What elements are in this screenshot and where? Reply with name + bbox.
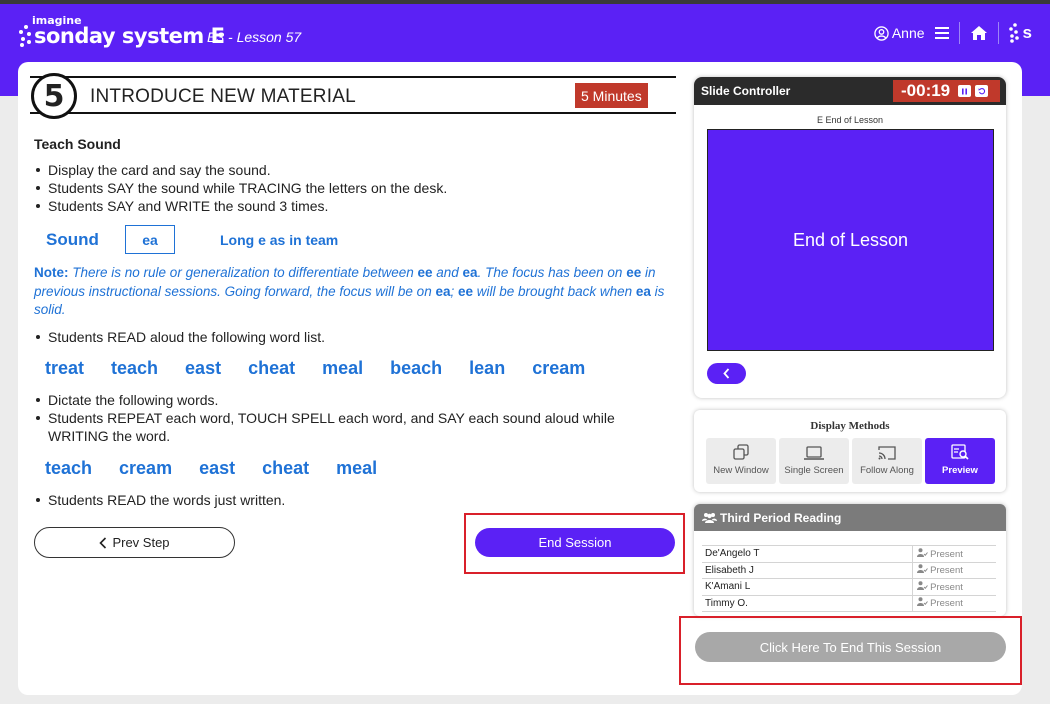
table-row: Timmy O. Present — [702, 594, 996, 612]
instruction-item: Dictate the following words. — [36, 391, 638, 409]
table-row: Elisabeth J Present — [702, 561, 996, 579]
instruction-list-1: Display the card and say the sound. Stud… — [35, 161, 448, 215]
chevron-left-icon — [99, 536, 107, 549]
pause-icon[interactable] — [958, 85, 972, 97]
group-icon — [702, 513, 717, 523]
display-follow-along-button[interactable]: Follow Along — [852, 438, 922, 484]
word-item: beach — [390, 358, 443, 378]
instruction-item: Students SAY the sound while TRACING the… — [35, 180, 448, 196]
attendance-toggle[interactable]: Present — [911, 594, 966, 612]
reset-icon[interactable] — [975, 85, 989, 97]
word-item: teach — [45, 458, 93, 478]
step-number-badge: 5 — [31, 73, 77, 119]
user-name: Anne — [891, 25, 925, 41]
laptop-icon — [804, 446, 824, 460]
lesson-title: E3 - Lesson 57 — [207, 29, 302, 45]
sound-description: Long e as in team — [220, 232, 339, 248]
instruction-list-3: Dictate the following words. Students RE… — [36, 391, 638, 445]
cast-icon — [878, 446, 896, 460]
display-single-screen-button[interactable]: Single Screen — [779, 438, 849, 484]
sound-label: Sound — [46, 230, 99, 249]
dictation-word-list: teach cream east cheat meal — [45, 458, 404, 479]
hamburger-menu-icon[interactable] — [934, 27, 949, 39]
word-item: cream — [532, 358, 586, 378]
roster-table: De'Angelo T Present Elisabeth J Present … — [702, 545, 996, 612]
table-row: De'Angelo T Present — [702, 545, 996, 563]
chevron-left-icon — [723, 368, 730, 379]
display-methods-panel: Display Methods New Window Single Screen… — [694, 410, 1006, 492]
attendance-toggle[interactable]: Present — [911, 561, 966, 579]
student-name: De'Angelo T — [702, 545, 912, 563]
user-check-icon — [916, 581, 928, 590]
step-title: INTRODUCE NEW MATERIAL — [90, 86, 356, 107]
header-divider — [958, 22, 960, 44]
word-item: east — [199, 458, 236, 478]
instruction-item: Students REPEAT each word, TOUCH SPELL e… — [36, 409, 638, 445]
note-label: Note: — [34, 265, 69, 280]
user-check-icon — [916, 548, 928, 557]
user-circle-icon — [874, 25, 889, 41]
timer-value: -00:19 — [901, 81, 951, 100]
slide-caption: E End of Lesson — [816, 115, 884, 125]
home-icon[interactable] — [970, 25, 988, 41]
preview-search-icon — [951, 444, 969, 460]
word-item: cream — [119, 458, 173, 478]
instruction-item: Display the card and say the sound. — [35, 161, 447, 179]
prev-step-button[interactable]: Prev Step — [34, 527, 235, 558]
slide-controller-panel: Slide Controller -00:19 E End of Lesson … — [694, 77, 1006, 398]
user-menu[interactable]: Anne — [874, 25, 925, 41]
session-timer: -00:19 — [893, 80, 1000, 102]
student-name: Elisabeth J — [702, 561, 912, 579]
display-preview-button[interactable]: Preview — [925, 438, 995, 484]
duration-badge: 5 Minutes — [575, 83, 648, 108]
logo-brand-text: sonday system E — [34, 24, 225, 48]
sonday-dots-icon — [18, 24, 32, 48]
word-item: cheat — [248, 358, 296, 378]
slide-preview: End of Lesson — [707, 129, 994, 351]
table-row: K'Amani L Present — [702, 578, 996, 596]
new-window-icon — [733, 444, 749, 460]
previous-slide-button[interactable] — [707, 363, 746, 384]
class-roster-panel: Third Period Reading De'Angelo T Present… — [694, 504, 1006, 616]
attendance-toggle[interactable]: Present — [911, 578, 966, 596]
end-this-session-button[interactable]: Click Here To End This Session — [695, 632, 1006, 662]
word-list: treat teach east cheat meal beach lean c… — [45, 358, 612, 379]
header-divider — [997, 22, 999, 44]
teacher-note: Note: There is no rule or generalization… — [34, 265, 665, 317]
teach-sound-heading: Teach Sound — [34, 136, 121, 152]
instruction-list-4: Students READ the words just written. — [35, 491, 286, 509]
word-item: lean — [469, 358, 506, 378]
sonday-s-icon[interactable]: s — [1008, 23, 1032, 43]
word-item: cheat — [262, 458, 310, 478]
word-item: meal — [322, 358, 364, 378]
display-methods-title: Display Methods — [810, 420, 890, 432]
student-name: K'Amani L — [702, 578, 912, 596]
word-item: meal — [336, 458, 378, 478]
attendance-toggle[interactable]: Present — [911, 545, 966, 563]
display-new-window-button[interactable]: New Window — [706, 438, 776, 484]
instruction-item: Students SAY and WRITE the sound 3 times… — [35, 197, 447, 215]
user-check-icon — [916, 564, 928, 574]
sound-value-box: ea — [125, 225, 175, 254]
student-name: Timmy O. — [702, 594, 912, 612]
roster-title: Third Period Reading — [720, 510, 842, 525]
slide-controller-title: Slide Controller — [701, 84, 791, 98]
instruction-item: Students READ aloud the following word l… — [35, 329, 326, 345]
user-check-icon — [916, 597, 928, 607]
instruction-item: Students READ the words just written. — [35, 492, 286, 508]
prev-step-label: Prev Step — [112, 535, 170, 550]
word-item: treat — [45, 358, 85, 378]
word-item: east — [185, 358, 222, 378]
end-session-button[interactable]: End Session — [475, 528, 675, 557]
instruction-list-2: Students READ aloud the following word l… — [35, 328, 326, 346]
word-item: teach — [111, 358, 159, 378]
